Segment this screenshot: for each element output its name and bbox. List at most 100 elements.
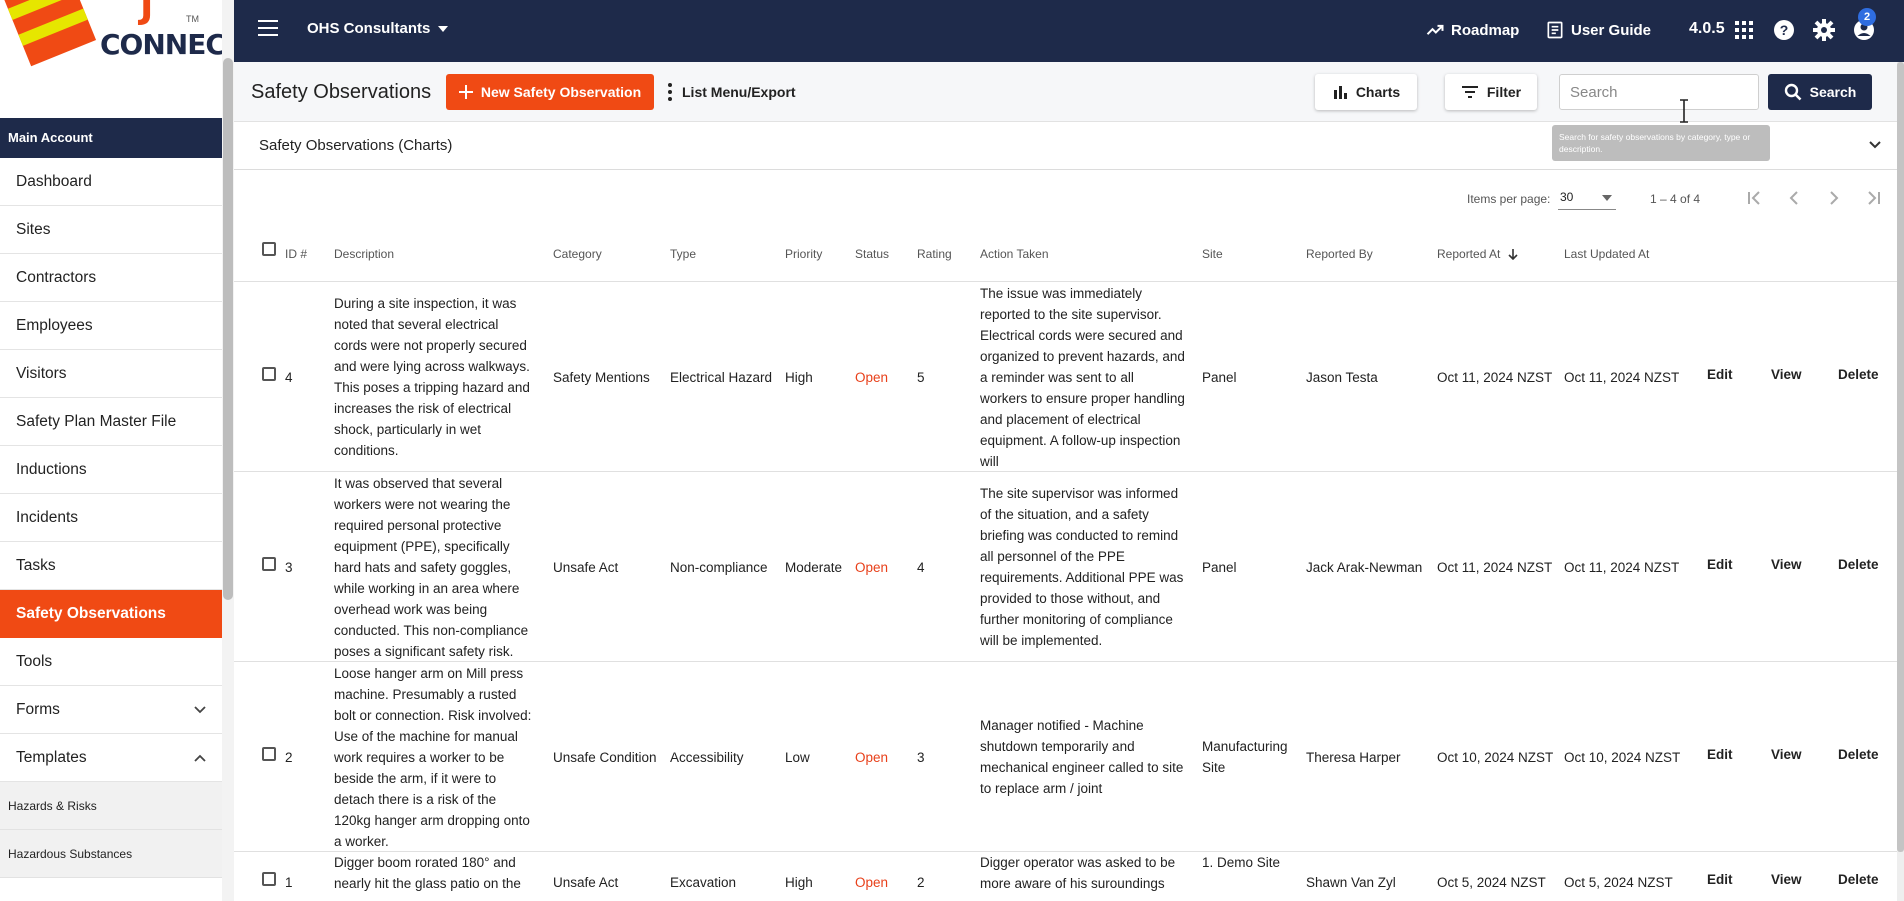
view-button[interactable]: View (1771, 367, 1802, 382)
column-header-category[interactable]: Category (553, 247, 602, 261)
new-safety-observation-button[interactable]: New Safety Observation (446, 74, 654, 110)
edit-button[interactable]: Edit (1707, 367, 1733, 382)
column-header-last-updated-at[interactable]: Last Updated At (1564, 247, 1649, 261)
app-logo[interactable]: J TM CONNECT (0, 0, 222, 118)
column-header-description[interactable]: Description (334, 247, 394, 261)
cell-site-line: 1. Demo Site (1202, 855, 1281, 870)
search-input[interactable] (1559, 74, 1759, 110)
cell-category: Unsafe Act (553, 560, 619, 575)
cell-description-line: a worker. (334, 833, 389, 849)
roadmap-link[interactable]: Roadmap (1425, 20, 1519, 40)
cell-action-taken-line: Manager notified - Machine (980, 718, 1144, 733)
main-scrollbar-thumb[interactable] (1897, 62, 1904, 852)
previous-page-icon[interactable] (1782, 186, 1806, 210)
org-selector[interactable]: OHS Consultants (307, 20, 449, 37)
filter-button[interactable]: Filter (1445, 74, 1537, 110)
sidebar-item-label: Dashboard (16, 172, 92, 190)
column-header-site[interactable]: Site (1202, 247, 1223, 261)
sidebar-item-templates[interactable]: Templates (0, 734, 222, 782)
column-header-reported-by[interactable]: Reported By (1306, 247, 1373, 261)
logo-top-text: J (140, 0, 154, 27)
cell-description-line: cords were not properly secured (334, 338, 527, 353)
first-page-icon[interactable] (1742, 186, 1766, 210)
row-checkbox[interactable] (262, 872, 276, 886)
last-page-icon[interactable] (1862, 186, 1886, 210)
sidebar-item-incidents[interactable]: Incidents (0, 494, 222, 542)
sidebar-subitem-hazards-risks[interactable]: Hazards & Risks (0, 782, 222, 830)
sidebar-item-tasks[interactable]: Tasks (0, 542, 222, 590)
sidebar-scrollbar-thumb[interactable] (223, 58, 233, 600)
sidebar-item-tools[interactable]: Tools (0, 638, 222, 686)
chevron-up-icon (194, 754, 206, 762)
sidebar-nav: Dashboard Sites Contractors Employees Visito… (0, 158, 222, 878)
next-page-icon[interactable] (1822, 186, 1846, 210)
sidebar-item-dashboard[interactable]: Dashboard (0, 158, 222, 206)
edit-button[interactable]: Edit (1707, 747, 1733, 762)
table-row[interactable]: 3 It was observed that several workers wer… (234, 472, 1904, 662)
items-per-page-label: Items per page: (1467, 192, 1551, 206)
view-button[interactable]: View (1771, 872, 1802, 887)
sidebar-item-safety-plan-master-file[interactable]: Safety Plan Master File (0, 398, 222, 446)
book-icon (1547, 21, 1563, 39)
cell-rating: 2 (917, 875, 925, 890)
cell-action-taken-line: Digger operator was asked to be (980, 855, 1176, 870)
search-button[interactable]: Search (1768, 74, 1872, 110)
view-button[interactable]: View (1771, 747, 1802, 762)
sidebar-item-label: Employees (16, 316, 93, 334)
view-button[interactable]: View (1771, 557, 1802, 572)
search-icon (1784, 83, 1802, 101)
cell-description-line: increases the risk of electrical (334, 401, 512, 416)
column-header-status[interactable]: Status (855, 247, 889, 261)
table-row[interactable]: 2 Loose hanger arm on Mill press machine. … (234, 662, 1904, 852)
cell-action-taken-line: mechanical engineer called to site (980, 760, 1184, 775)
table-row[interactable]: 1 Digger boom rorated 180° and nearly hit … (234, 852, 1904, 901)
cell-type: Non-compliance (670, 560, 768, 575)
cell-category: Safety Mentions (553, 370, 650, 385)
list-menu-export-button[interactable]: List Menu/Export (668, 83, 796, 101)
column-header-reported-at[interactable]: Reported At (1437, 247, 1518, 261)
row-checkbox[interactable] (262, 557, 276, 571)
cell-id: 2 (285, 750, 293, 765)
column-header-action-taken[interactable]: Action Taken (980, 247, 1049, 261)
cell-description-line: detach there is a risk of the (334, 791, 497, 807)
cell-updated-at: Oct 5, 2024 NZST (1564, 875, 1673, 890)
cell-description-line: beside the arm, if it were to (334, 770, 497, 786)
column-header-type[interactable]: Type (670, 247, 696, 261)
user-guide-link[interactable]: User Guide (1545, 20, 1651, 40)
sidebar-item-visitors[interactable]: Visitors (0, 350, 222, 398)
delete-button[interactable]: Delete (1838, 872, 1879, 887)
column-header-rating[interactable]: Rating (917, 247, 952, 261)
edit-button[interactable]: Edit (1707, 557, 1733, 572)
cell-action-taken-line: more aware of his suroundings (980, 876, 1165, 891)
charts-button[interactable]: Charts (1315, 74, 1417, 110)
cell-description-line: nearly hit the glass patio on the (334, 876, 521, 891)
row-checkbox[interactable] (262, 747, 276, 761)
cell-type: Excavation (670, 875, 737, 890)
chevron-down-icon (1869, 141, 1881, 149)
column-header-priority[interactable]: Priority (785, 247, 822, 261)
menu-icon[interactable] (258, 20, 278, 36)
delete-button[interactable]: Delete (1838, 747, 1879, 762)
sidebar-item-employees[interactable]: Employees (0, 302, 222, 350)
table-row[interactable]: 4 During a site inspection, it was noted t… (234, 282, 1904, 472)
sidebar-item-contractors[interactable]: Contractors (0, 254, 222, 302)
items-per-page-select[interactable]: 30 (1558, 190, 1616, 210)
cell-action-taken-line: The site supervisor was informed (980, 486, 1179, 501)
select-all-checkbox[interactable] (262, 242, 276, 256)
sidebar-item-safety-observations[interactable]: Safety Observations (0, 590, 222, 638)
edit-button[interactable]: Edit (1707, 872, 1733, 887)
delete-button[interactable]: Delete (1838, 557, 1879, 572)
cell-description-line: machine. Presumably a rusted (334, 686, 517, 702)
delete-button[interactable]: Delete (1838, 367, 1879, 382)
notification-badge: 2 (1858, 8, 1876, 26)
help-icon[interactable]: ? (1772, 18, 1796, 42)
sidebar-item-forms[interactable]: Forms (0, 686, 222, 734)
column-header-id[interactable]: ID # (285, 247, 307, 261)
row-checkbox[interactable] (262, 367, 276, 381)
sidebar-item-inductions[interactable]: Inductions (0, 446, 222, 494)
settings-gear-icon[interactable] (1812, 18, 1836, 42)
cell-description-line: Use of the machine for manual (334, 728, 518, 744)
sidebar-subitem-hazardous-substances[interactable]: Hazardous Substances (0, 830, 222, 878)
sidebar-item-sites[interactable]: Sites (0, 206, 222, 254)
apps-grid-icon[interactable] (1732, 18, 1756, 42)
